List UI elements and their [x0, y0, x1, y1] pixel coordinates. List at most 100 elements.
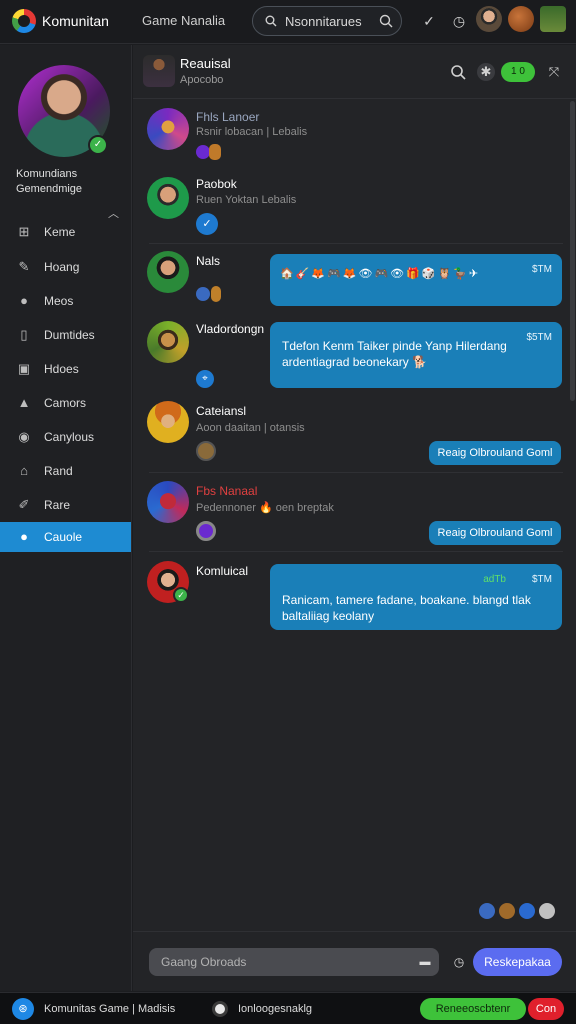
nav-title[interactable]: Game Nanalia: [142, 13, 225, 28]
message-avatar[interactable]: [147, 108, 189, 150]
message-author[interactable]: Vladordongn: [196, 322, 264, 336]
item-icon: [211, 286, 221, 302]
message-avatar[interactable]: [147, 321, 189, 363]
badge-icon: [196, 521, 216, 541]
settings-icon[interactable]: ✱: [477, 63, 495, 81]
message-avatar[interactable]: [147, 401, 189, 443]
online-badge-icon: ✓: [173, 587, 189, 603]
sidebar-item-label: Meos: [44, 294, 74, 308]
channel-title: Reauisal: [180, 56, 231, 71]
scrollbar[interactable]: [570, 101, 575, 401]
search-icon[interactable]: [449, 63, 467, 81]
message-bubble[interactable]: 🏠🎸🦊🎮🦊👁🎮👁🎁🎲🦉🦆✈ $TM: [270, 254, 562, 306]
message-subtitle: Ruen Yoktan Lebalis: [196, 194, 297, 206]
sidebar-item-rare[interactable]: ✐ Rare: [0, 490, 131, 520]
sidebar-item-label: Camors: [44, 396, 87, 410]
sidebar-item-hoang[interactable]: ✎ Hoang: [0, 252, 131, 282]
status-text: Ionloogesnaklg: [238, 1003, 313, 1015]
character-avatar[interactable]: [540, 6, 566, 32]
message-author[interactable]: Fbs Nanaal: [196, 484, 257, 498]
app-logo-icon[interactable]: [12, 9, 36, 33]
reaction-bar[interactable]: [479, 903, 559, 921]
sidebar-item-label: Cauole: [44, 530, 83, 544]
message-author[interactable]: Nals: [196, 254, 220, 268]
sidebar: ✓ Komundians Gemendmige ︿ ⊞ Keme ✎ Hoang ●…: [0, 45, 132, 991]
message-avatar[interactable]: [147, 481, 189, 523]
status-left-text: Komunitas Game | Madisis: [44, 1003, 176, 1015]
clock-icon[interactable]: ◷: [450, 12, 468, 30]
user-icon: ●: [20, 529, 28, 544]
primary-action-button[interactable]: Reneeoscbtenr: [420, 998, 526, 1020]
reaction-icon[interactable]: [519, 903, 535, 919]
book-icon: ▯: [20, 327, 28, 342]
search-box[interactable]: Nsonnitarues: [252, 6, 402, 36]
home-icon: ⌂: [20, 463, 28, 478]
reply-button[interactable]: Reaig Olbrouland Goml: [429, 521, 561, 545]
clock-icon[interactable]: ◷: [451, 954, 467, 970]
price-tag: $5TM: [526, 332, 552, 343]
warning-icon: ▲: [17, 395, 31, 410]
app-icon[interactable]: ⊛: [12, 998, 34, 1020]
sidebar-item-meos[interactable]: ● Meos: [0, 286, 131, 316]
user-avatar[interactable]: [476, 6, 502, 32]
message-subtitle: Pedennoner 🔥 oen breptak: [196, 502, 334, 514]
badge-icon: [196, 287, 210, 301]
verified-icon: ✓: [196, 213, 218, 235]
chat-panel: Reauisal Apocobo ✱ 1 0 ⤧ Fhls Lanoer Rsn…: [133, 45, 576, 991]
message-avatar[interactable]: [147, 177, 189, 219]
message-text: Ranicam, tamere fadane, boakane. blangd …: [282, 593, 531, 623]
emoji-row: 🏠🎸🦊🎮🦊👁🎮👁🎁🎲🦉🦆✈: [280, 268, 481, 280]
sidebar-item-hdoes[interactable]: ▣ Hdoes: [0, 354, 131, 384]
sidebar-item-label: Canylous: [44, 430, 95, 444]
online-badge-icon: ✓: [88, 135, 108, 155]
send-button[interactable]: Reskepakaa: [473, 948, 562, 976]
sidebar-item-camors[interactable]: ▲ Camors: [0, 388, 131, 418]
search-input[interactable]: Nsonnitarues: [285, 14, 362, 29]
sidebar-item-keme[interactable]: ⊞ Keme: [0, 217, 131, 247]
sidebar-item-label: Dumtides: [44, 328, 95, 342]
sidebar-item-cauole[interactable]: ● Cauole: [0, 522, 131, 552]
sidebar-item-label: Hdoes: [44, 362, 79, 376]
profile-name-line2: Gemendmige: [16, 183, 83, 195]
message-avatar[interactable]: [147, 251, 189, 293]
divider: [149, 243, 563, 244]
search-submit-icon[interactable]: [379, 14, 393, 28]
sidebar-item-label: Rare: [44, 498, 71, 512]
message-author[interactable]: Paobok: [196, 177, 237, 191]
danger-button[interactable]: Con: [528, 998, 564, 1020]
divider: [149, 472, 563, 473]
pencil-icon: ✎: [18, 259, 30, 274]
reaction-icon[interactable]: [479, 903, 495, 919]
reply-button[interactable]: Reaig Olbrouland Goml: [429, 441, 561, 465]
profile-name: Komundians Gemendmige: [16, 167, 126, 197]
sidebar-item-dumtides[interactable]: ▯ Dumtides: [0, 320, 131, 350]
channel-avatar[interactable]: [143, 55, 175, 87]
message-text: Tdefon Kenm Taiker pinde Yanp Hilerdang …: [282, 339, 507, 369]
price-tag: $TM: [532, 264, 552, 275]
message-bubble[interactable]: Ranicam, tamere fadane, boakane. blangd …: [270, 564, 562, 630]
app-title: Komunitan: [42, 13, 109, 29]
expand-icon[interactable]: ⤧: [545, 63, 563, 81]
message-bubble[interactable]: Tdefon Kenm Taiker pinde Yanp Hilerdang …: [270, 322, 562, 388]
reaction-icon[interactable]: [499, 903, 515, 919]
divider: [149, 551, 563, 552]
message-author[interactable]: Komluical: [196, 564, 248, 578]
sidebar-item-canylous[interactable]: ◉ Canylous: [0, 422, 131, 452]
online-count-badge[interactable]: 1 0: [501, 62, 535, 82]
attach-icon[interactable]: ▬: [417, 954, 433, 970]
person-icon: ●: [20, 293, 28, 308]
search-icon: [265, 15, 277, 27]
chevron-down-icon[interactable]: ✓: [420, 12, 438, 30]
sidebar-item-rand[interactable]: ⌂ Rand: [0, 456, 131, 486]
message-composer: ▬ ◷ Reskepakaa: [133, 931, 576, 991]
status-dot-icon: [212, 1001, 228, 1017]
message-author[interactable]: Cateiansl: [196, 404, 246, 418]
message-author[interactable]: Fhls Lanoer: [196, 110, 259, 124]
item-icon: [209, 144, 221, 160]
location-icon: ⌖: [196, 370, 214, 388]
ball-avatar[interactable]: [508, 6, 534, 32]
reaction-icon[interactable]: [539, 903, 555, 919]
tag-label: adTb: [483, 574, 506, 585]
message-input[interactable]: [149, 948, 439, 976]
grid-icon: ⊞: [18, 224, 30, 239]
